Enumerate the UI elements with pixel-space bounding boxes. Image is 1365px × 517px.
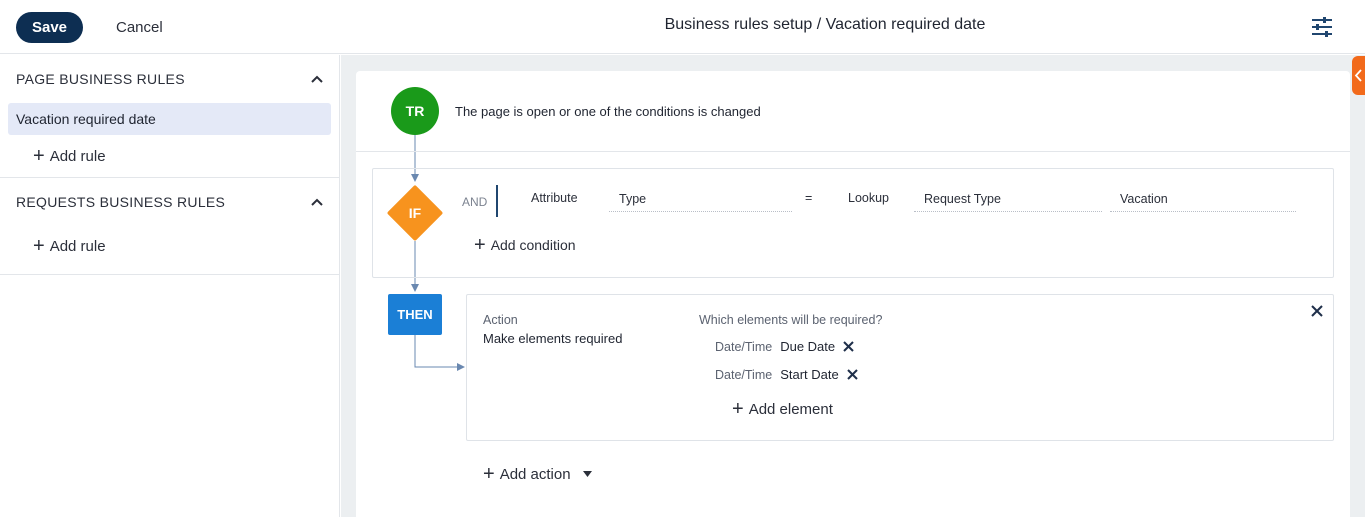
settings-sliders-icon[interactable] bbox=[1310, 16, 1334, 38]
trigger-node[interactable]: TR bbox=[391, 87, 439, 135]
right-operand-kind[interactable]: Lookup bbox=[848, 191, 889, 205]
element-name[interactable]: Start Date bbox=[780, 367, 839, 382]
lookup-value-field[interactable]: Vacation bbox=[1110, 188, 1296, 212]
action-block bbox=[466, 294, 1334, 441]
top-bar: Save Cancel Business rules setup / Vacat… bbox=[0, 0, 1365, 54]
add-action-label: Add action bbox=[499, 465, 571, 483]
element-row: Date/Time Due Date bbox=[715, 339, 854, 354]
plus-icon: + bbox=[732, 398, 744, 420]
add-page-rule-button[interactable]: + Add rule bbox=[0, 135, 339, 177]
comparison-operator[interactable]: = bbox=[805, 191, 812, 205]
add-element-button[interactable]: + Add element bbox=[732, 399, 833, 419]
caret-down-icon[interactable] bbox=[582, 471, 592, 477]
requests-rules-header[interactable]: REQUESTS BUSINESS RULES bbox=[0, 178, 339, 226]
left-operand-kind[interactable]: Attribute bbox=[531, 191, 578, 205]
trigger-row: TR The page is open or one of the condit… bbox=[356, 71, 1350, 152]
page-rules-section: PAGE BUSINESS RULES Vacation required da… bbox=[0, 55, 339, 178]
trigger-description[interactable]: The page is open or one of the condition… bbox=[455, 104, 761, 119]
collapse-arrow-icon bbox=[1354, 69, 1362, 82]
chevron-up-icon[interactable] bbox=[311, 198, 323, 206]
plus-icon: + bbox=[483, 463, 495, 485]
lookup-field[interactable]: Request Type bbox=[914, 188, 1102, 212]
requests-rules-section: REQUESTS BUSINESS RULES + Add rule bbox=[0, 178, 339, 275]
element-name[interactable]: Due Date bbox=[780, 339, 835, 354]
section-title: PAGE BUSINESS RULES bbox=[16, 71, 185, 87]
then-node: THEN bbox=[388, 294, 442, 335]
remove-icon[interactable] bbox=[843, 341, 854, 352]
condition-block bbox=[372, 168, 1334, 278]
plus-icon: + bbox=[33, 145, 45, 167]
add-condition-label: Add condition bbox=[490, 237, 576, 253]
add-rule-label: Add rule bbox=[49, 147, 106, 165]
add-rule-label: Add rule bbox=[49, 237, 106, 255]
close-icon[interactable] bbox=[1311, 305, 1323, 317]
left-operand-field[interactable]: Type bbox=[609, 188, 792, 212]
page-rules-header[interactable]: PAGE BUSINESS RULES bbox=[0, 55, 339, 103]
sidebar: PAGE BUSINESS RULES Vacation required da… bbox=[0, 55, 340, 517]
action-label: Action bbox=[483, 313, 518, 327]
add-element-label: Add element bbox=[748, 400, 833, 418]
plus-icon: + bbox=[33, 235, 45, 257]
operator-bar bbox=[496, 185, 498, 217]
rule-editor: TR The page is open or one of the condit… bbox=[341, 55, 1365, 517]
sidebar-item-vacation-required-date[interactable]: Vacation required date bbox=[8, 103, 331, 135]
plus-icon: + bbox=[474, 234, 486, 256]
rule-canvas: TR The page is open or one of the condit… bbox=[356, 71, 1350, 517]
add-action-button[interactable]: + Add action bbox=[483, 464, 592, 484]
element-type: Date/Time bbox=[715, 339, 773, 354]
collapse-panel-tab[interactable] bbox=[1352, 56, 1365, 95]
if-node-label: IF bbox=[408, 205, 422, 221]
chevron-up-icon[interactable] bbox=[311, 75, 323, 83]
page-title: Business rules setup / Vacation required… bbox=[664, 16, 986, 33]
add-request-rule-button[interactable]: + Add rule bbox=[0, 226, 339, 274]
section-title: REQUESTS BUSINESS RULES bbox=[16, 194, 226, 210]
element-type: Date/Time bbox=[715, 367, 773, 382]
element-row: Date/Time Start Date bbox=[715, 367, 858, 382]
action-select[interactable]: Make elements required bbox=[483, 331, 622, 346]
elements-label: Which elements will be required? bbox=[699, 313, 883, 327]
add-condition-button[interactable]: + Add condition bbox=[474, 235, 576, 255]
remove-icon[interactable] bbox=[847, 369, 858, 380]
logical-operator[interactable]: AND bbox=[462, 195, 487, 209]
